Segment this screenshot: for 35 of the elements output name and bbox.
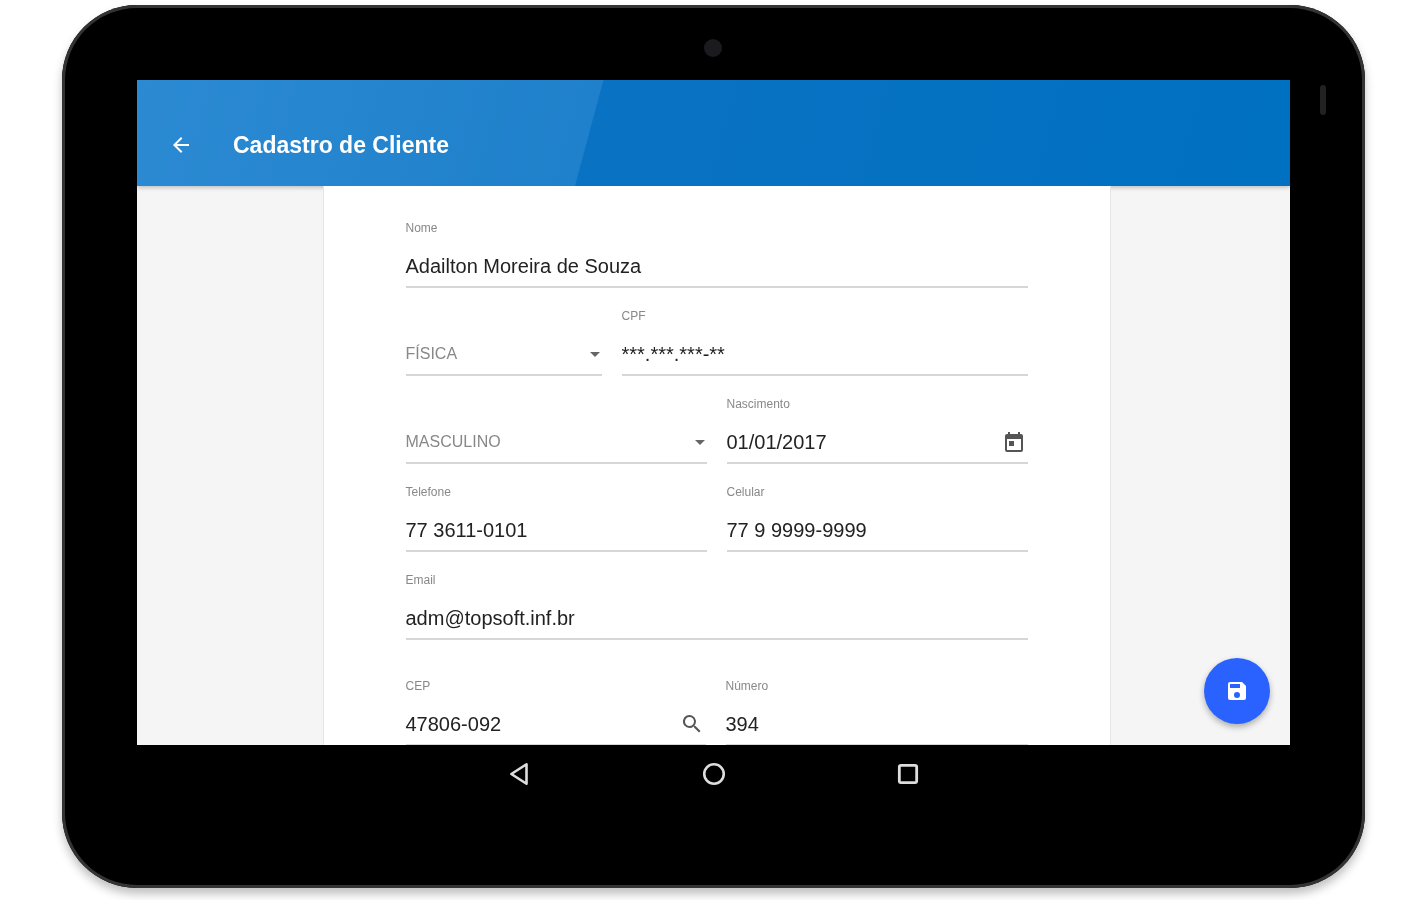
input-field[interactable]: MASCULINO: [405, 394, 707, 464]
field-value: 77 3611-0101: [405, 518, 528, 542]
input-field[interactable]: Nascimento 01/01/2017: [726, 394, 1028, 464]
field-label: Email: [405, 573, 436, 587]
field-value: 394: [725, 712, 759, 736]
save-button[interactable]: [1204, 658, 1270, 724]
field-value: 47806-092: [405, 712, 502, 736]
field-value: Adailton Moreira de Souza: [405, 254, 642, 278]
input-field[interactable]: Celular 77 9 9999-9999: [726, 482, 1028, 552]
input-field[interactable]: Email adm@topsoft.inf.br: [405, 570, 1028, 640]
input-field[interactable]: FÍSICA: [405, 306, 602, 376]
dropdown-caret-icon: [589, 351, 600, 357]
sensor-slot: [1320, 85, 1326, 115]
input-field[interactable]: Telefone 77 3611-0101: [405, 482, 707, 552]
field-value: 77 9 9999-9999: [726, 518, 867, 542]
field-label: Nome: [405, 221, 438, 235]
field-label: Número: [725, 679, 769, 693]
field-value: ***.***.***-**: [621, 342, 725, 366]
camera-lens: [704, 39, 722, 57]
field-label: Nascimento: [726, 397, 790, 411]
field-label: CPF: [621, 309, 646, 323]
screen-title: Cadastro de Cliente: [233, 131, 449, 159]
home-nav-icon[interactable]: [700, 761, 727, 787]
field-label: Celular: [726, 485, 765, 499]
field-value: adm@topsoft.inf.br: [405, 606, 575, 630]
field-value: 01/01/2017: [726, 430, 827, 454]
input-field[interactable]: Nome Adailton Moreira de Souza: [405, 218, 1028, 288]
input-field[interactable]: CPF ***.***.***-**: [621, 306, 1028, 376]
input-field[interactable]: CEP 47806-092: [405, 676, 706, 745]
field-value: FÍSICA: [405, 345, 458, 363]
input-field[interactable]: Número 394: [725, 676, 1028, 745]
field-value: MASCULINO: [405, 433, 501, 451]
dropdown-caret-icon: [694, 439, 705, 445]
field-label: CEP: [405, 679, 431, 693]
field-label: Telefone: [405, 485, 451, 499]
